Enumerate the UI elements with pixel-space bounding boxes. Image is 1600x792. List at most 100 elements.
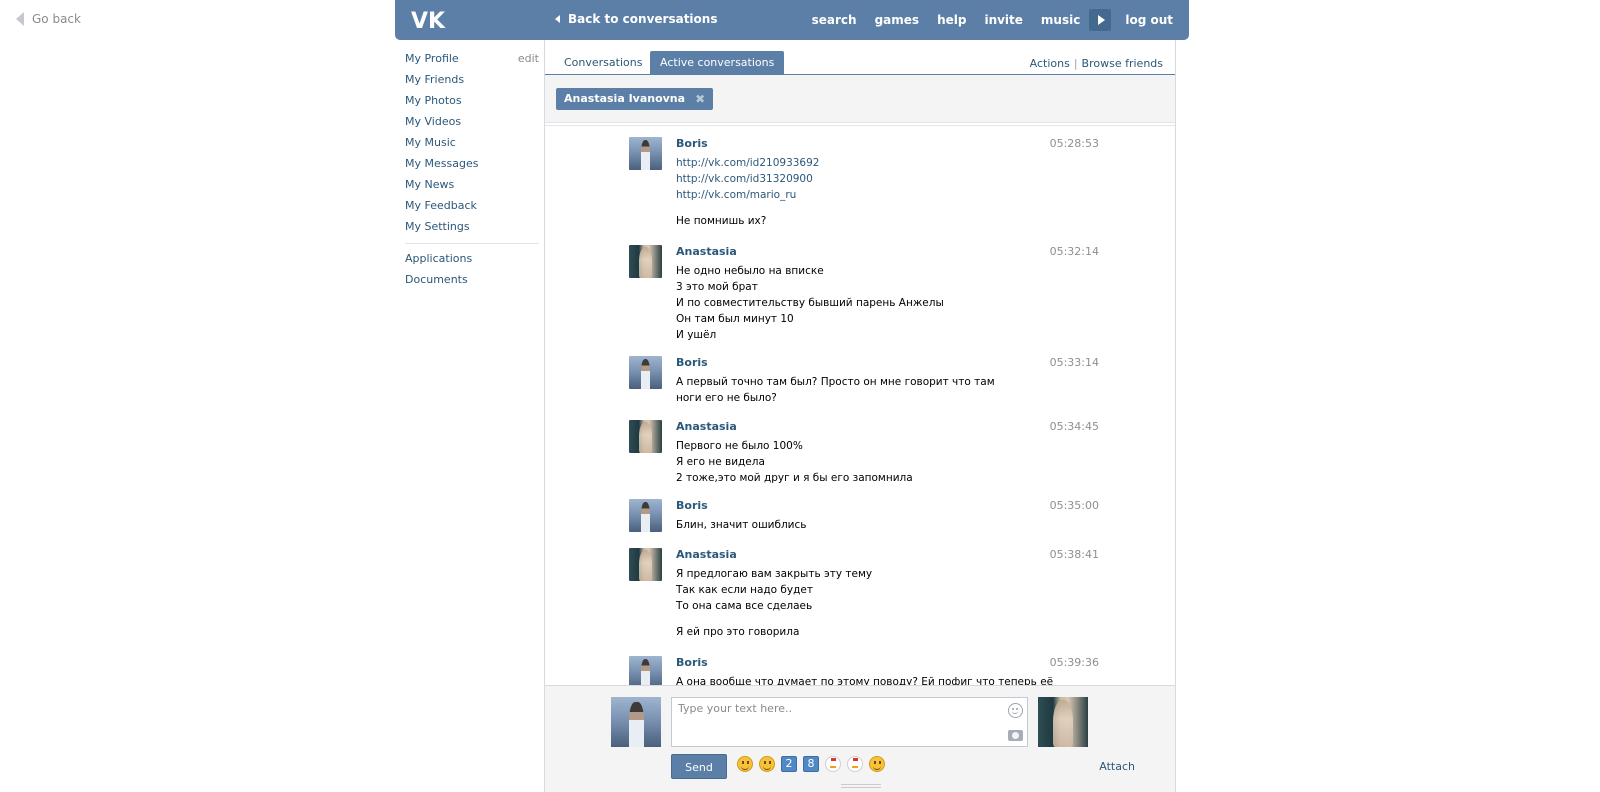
nav-music[interactable]: music (1032, 13, 1089, 27)
sidebar-item-news[interactable]: My News (405, 174, 539, 195)
message-time: 05:33:14 (1049, 356, 1099, 369)
go-back-label: Go back (32, 12, 81, 26)
quick-emoji-bar: 2 8 (737, 756, 885, 772)
send-button[interactable]: Send (671, 754, 727, 779)
message-author[interactable]: Boris (676, 137, 708, 150)
profile-edit-link[interactable]: edit (518, 48, 539, 69)
play-icon (1097, 15, 1105, 25)
attach-link[interactable]: Attach (1099, 760, 1135, 773)
camera-icon[interactable] (1008, 730, 1023, 741)
sidebar-item-applications[interactable]: Applications (405, 248, 539, 269)
message-author[interactable]: Boris (676, 356, 708, 369)
message-composer: Type your text here.. Send 2 8 Attach (545, 685, 1175, 792)
avatar[interactable] (629, 656, 662, 685)
sidebar-item-label: My Profile (405, 52, 459, 65)
avatar[interactable] (629, 245, 662, 278)
message-line: Первого не было 100% (676, 440, 803, 452)
nav-logout[interactable]: log out (1119, 13, 1189, 27)
chicken-emoji-icon[interactable] (825, 756, 841, 772)
message-body: http://vk.com/id210933692 http://vk.com/… (676, 155, 1036, 229)
avatar[interactable] (629, 356, 662, 389)
message-log[interactable]: Boris 05:28:53 http://vk.com/id210933692… (545, 125, 1175, 685)
svg-text:VK: VK (411, 9, 446, 31)
back-to-conversations-label: Back to conversations (568, 12, 718, 26)
message-line: Я ей про это говорила (676, 626, 800, 638)
back-to-conversations-link[interactable]: Back to conversations (555, 12, 717, 26)
avatar[interactable] (629, 499, 662, 532)
sidebar-item-profile[interactable]: My Profile edit (405, 48, 539, 69)
nav-help[interactable]: help (928, 13, 975, 27)
tab-actions: Actions | Browse friends (1030, 57, 1163, 70)
message-line: 3 это мой брат (676, 281, 758, 293)
message-author[interactable]: Boris (676, 499, 708, 512)
message-item: Boris 05:28:53 http://vk.com/id210933692… (629, 137, 1099, 237)
smile-emoji-icon[interactable] (737, 756, 753, 772)
sidebar-item-feedback[interactable]: My Feedback (405, 195, 539, 216)
tab-active-conversations[interactable]: Active conversations (650, 51, 785, 75)
browse-friends-link[interactable]: Browse friends (1082, 57, 1163, 70)
sidebar-item-messages[interactable]: My Messages (405, 153, 539, 174)
peer-bar: Anastasia Ivanovna ✖ (545, 75, 1175, 123)
message-line: Не помнишь их? (676, 215, 767, 227)
message-body: А первый точно там был? Просто он мне го… (676, 374, 1036, 406)
nav-games[interactable]: games (866, 13, 928, 27)
message-author[interactable]: Anastasia (676, 245, 737, 258)
message-line: Блин, значит ошиблись (676, 519, 807, 531)
tab-bar: Conversations Active conversations Actio… (545, 40, 1175, 75)
actions-separator: | (1073, 57, 1078, 70)
avatar[interactable] (629, 548, 662, 581)
tab-conversations[interactable]: Conversations (554, 51, 652, 75)
sidebar-item-friends[interactable]: My Friends (405, 69, 539, 90)
blush-emoji-icon[interactable] (869, 756, 885, 772)
message-body: Блин, значит ошиблись (676, 517, 1036, 533)
left-sidebar: My Profile edit My Friends My Photos My … (405, 48, 539, 290)
grin-emoji-icon[interactable] (759, 756, 775, 772)
message-time: 05:28:53 (1049, 137, 1099, 150)
message-item: Anastasia 05:32:14 Не одно небыло на впи… (629, 245, 1099, 345)
top-navigation: search games help invite music log out (803, 0, 1189, 40)
message-line: Я его не видела (676, 456, 765, 468)
sidebar-item-photos[interactable]: My Photos (405, 90, 539, 111)
music-play-button[interactable] (1089, 9, 1112, 31)
digit-eight-emoji-icon[interactable]: 8 (803, 756, 819, 772)
resize-grip[interactable] (841, 784, 881, 788)
close-icon[interactable]: ✖ (695, 88, 705, 110)
sidebar-item-documents[interactable]: Documents (405, 269, 539, 290)
message-line: 2 тоже,это мой друг и я бы его запомнила (676, 472, 913, 484)
peer-chip[interactable]: Anastasia Ivanovna ✖ (556, 88, 714, 110)
message-author[interactable]: Anastasia (676, 548, 737, 561)
sidebar-divider (405, 243, 539, 244)
message-line: Так как если надо будет (676, 584, 813, 596)
message-line: Не одно небыло на вписке (676, 265, 824, 277)
message-author[interactable]: Anastasia (676, 420, 737, 433)
digit-two-emoji-icon[interactable]: 2 (781, 756, 797, 772)
message-input-placeholder: Type your text here.. (678, 702, 792, 715)
message-time: 05:38:41 (1049, 548, 1099, 561)
message-item: Boris 05:35:00 Блин, значит ошиблись (629, 499, 1099, 539)
peer-avatar[interactable] (1038, 697, 1088, 747)
message-link[interactable]: http://vk.com/mario_ru (676, 187, 1036, 203)
messages-panel: Conversations Active conversations Actio… (544, 40, 1176, 792)
rooster-emoji-icon[interactable] (847, 756, 863, 772)
message-line: То она сама все сделаеь (676, 600, 813, 612)
nav-invite[interactable]: invite (975, 13, 1031, 27)
my-avatar[interactable] (611, 697, 661, 747)
message-input[interactable]: Type your text here.. (671, 697, 1028, 747)
message-link[interactable]: http://vk.com/id210933692 (676, 155, 1036, 171)
nav-search[interactable]: search (803, 13, 866, 27)
message-link[interactable]: http://vk.com/id31320900 (676, 171, 1036, 187)
message-time: 05:34:45 (1049, 420, 1099, 433)
smile-icon[interactable] (1008, 703, 1023, 718)
sidebar-item-videos[interactable]: My Videos (405, 111, 539, 132)
avatar[interactable] (629, 420, 662, 453)
actions-link[interactable]: Actions (1030, 57, 1070, 70)
vk-logo[interactable]: VK (411, 9, 447, 31)
message-author[interactable]: Boris (676, 656, 708, 669)
back-arrow-icon (555, 15, 560, 23)
message-line: И по совместительству бывший парень Анже… (676, 297, 944, 309)
sidebar-item-music[interactable]: My Music (405, 132, 539, 153)
sidebar-item-settings[interactable]: My Settings (405, 216, 539, 237)
avatar[interactable] (629, 137, 662, 170)
message-item: Anastasia 05:38:41 Я предлогаю вам закры… (629, 548, 1099, 648)
go-back-link[interactable]: Go back (16, 12, 81, 26)
